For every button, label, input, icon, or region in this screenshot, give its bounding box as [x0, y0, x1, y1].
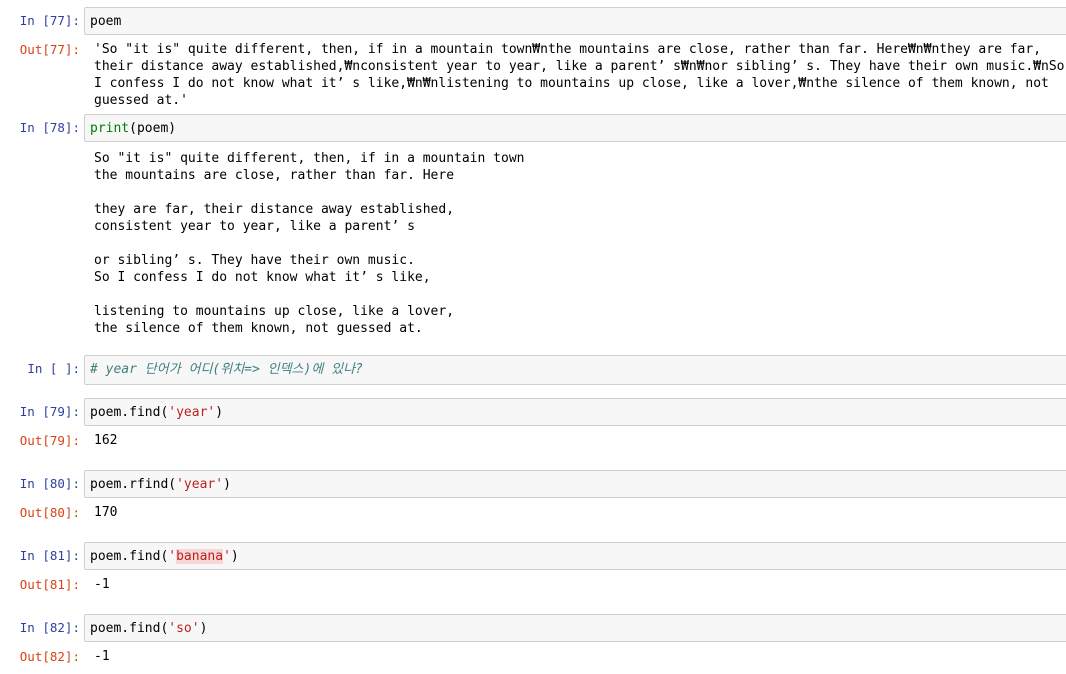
code-text: )	[223, 477, 231, 492]
code-cell-empty: In [ ]: # year 단어가 어디(위치=> 인덱스)에 있나?	[0, 355, 1066, 385]
code-text: poem.find(	[90, 405, 169, 420]
output-prompt: Out[77]:	[19, 42, 80, 57]
code-text: poem.find(	[90, 549, 169, 564]
input-prompt: In [82]:	[19, 620, 80, 635]
code-input[interactable]: # year 단어가 어디(위치=> 인덱스)에 있나?	[84, 355, 1066, 385]
code-input[interactable]: poem.find('so')	[84, 614, 1066, 642]
code-input[interactable]: print(poem)	[84, 114, 1066, 142]
cell-output: 162	[94, 433, 118, 448]
code-string-quote: '	[223, 549, 231, 564]
code-text: )	[215, 405, 224, 420]
code-text: poem.find(	[90, 621, 169, 636]
code-string-quote: '	[168, 549, 177, 564]
code-cell-77: In [77]: poem Out[77]: 'So "it is" quite…	[0, 7, 1066, 109]
code-string: 'year'	[176, 477, 224, 492]
output-prompt: Out[79]:	[19, 433, 80, 448]
print-output: So "it is" quite different, then, if in …	[94, 151, 525, 336]
cell-output: 'So "it is" quite different, then, if in…	[94, 42, 1065, 108]
output-prompt: Out[80]:	[19, 505, 80, 520]
code-cell-81: In [81]: poem.find('banana') Out[81]: -1	[0, 542, 1066, 593]
cell-output: 170	[94, 505, 118, 520]
code-input[interactable]: poem.rfind('year')	[84, 470, 1066, 498]
input-prompt: In [80]:	[19, 476, 80, 491]
code-string-highlighted: banana	[176, 549, 224, 564]
code-input[interactable]: poem.find('year')	[84, 398, 1066, 426]
input-prompt: In [77]:	[19, 13, 80, 28]
cell-output: -1	[94, 649, 110, 664]
code-string: 'year'	[168, 405, 216, 420]
code-text: poem.rfind(	[90, 477, 177, 492]
code-input[interactable]: poem	[84, 7, 1066, 35]
code-cell-80: In [80]: poem.rfind('year') Out[80]: 170	[0, 470, 1066, 521]
code-cell-78: In [78]: print(poem) So "it is" quite di…	[0, 114, 1066, 337]
code-text: poem	[90, 14, 122, 29]
output-prompt: Out[81]:	[19, 577, 80, 592]
code-cell-79: In [79]: poem.find('year') Out[79]: 162	[0, 398, 1066, 449]
code-text: )	[199, 621, 208, 636]
output-prompt: Out[82]:	[19, 649, 80, 664]
code-builtin: print	[90, 121, 130, 136]
code-string: 'so'	[168, 621, 200, 636]
code-text: (poem)	[129, 121, 177, 136]
input-prompt: In [79]:	[19, 404, 80, 419]
input-prompt: In [81]:	[19, 548, 80, 563]
code-comment: # year 단어가 어디(위치=> 인덱스)에 있나?	[90, 362, 363, 377]
cell-output: -1	[94, 577, 110, 592]
code-text: )	[230, 549, 239, 564]
input-prompt: In [ ]:	[27, 361, 80, 376]
code-cell-82: In [82]: poem.find('so') Out[82]: -1	[0, 614, 1066, 665]
code-input[interactable]: poem.find('banana')	[84, 542, 1066, 570]
input-prompt: In [78]:	[19, 120, 80, 135]
